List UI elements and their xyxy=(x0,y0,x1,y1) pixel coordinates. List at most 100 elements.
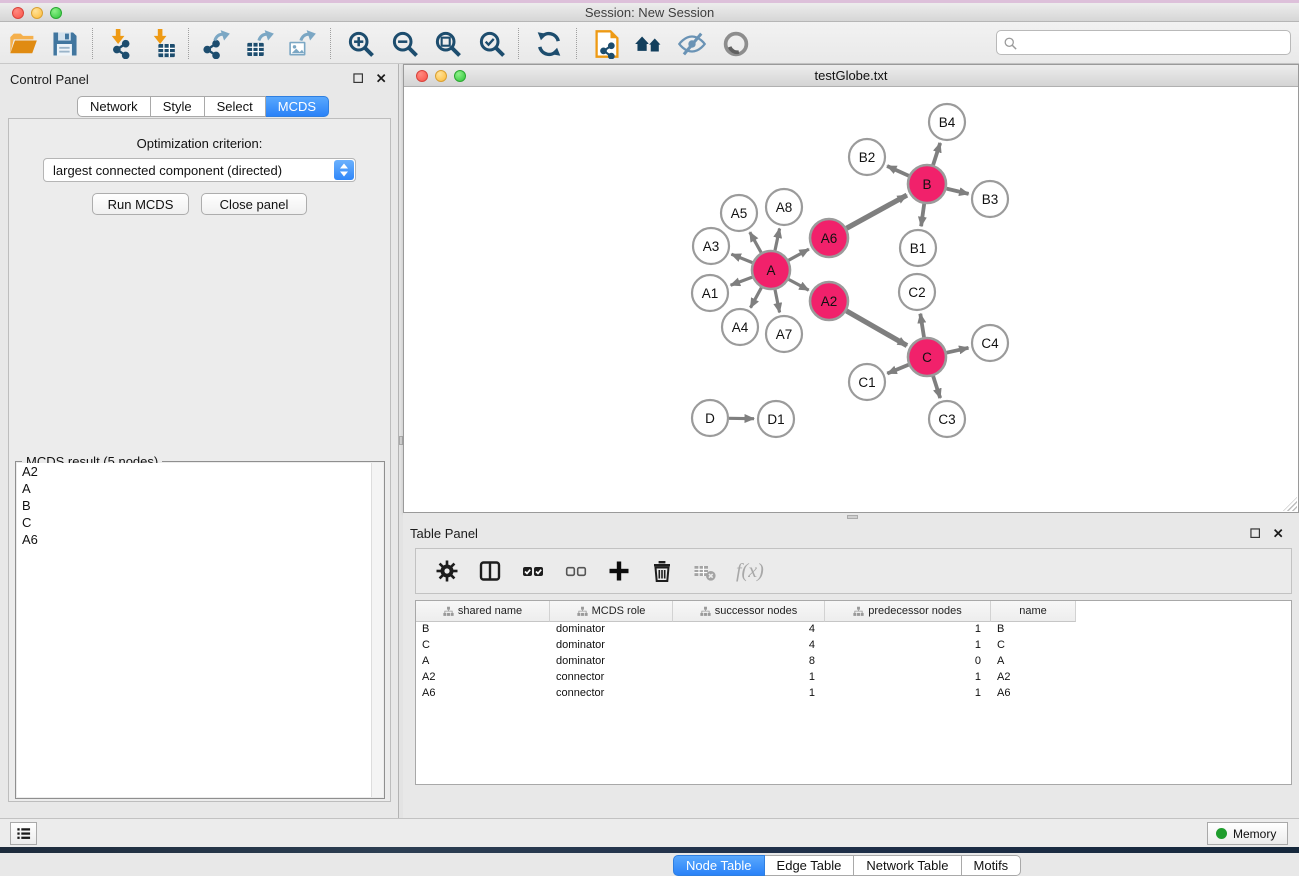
zoom-fit-icon[interactable] xyxy=(433,29,463,59)
mcds-result-item[interactable]: A xyxy=(17,480,383,497)
edge-B-B2[interactable] xyxy=(887,166,909,176)
tab-motifs[interactable]: Motifs xyxy=(962,855,1022,876)
graph-node-B3[interactable]: B3 xyxy=(972,181,1008,217)
hide-panel-icon[interactable] xyxy=(677,29,707,59)
tab-network-table[interactable]: Network Table xyxy=(854,855,961,876)
edge-B-B4[interactable] xyxy=(933,143,940,165)
table-cell[interactable]: A2 xyxy=(991,670,1076,686)
column-header-successor-nodes[interactable]: successor nodes xyxy=(673,601,825,622)
table-cell[interactable]: connector xyxy=(550,670,673,686)
mcds-result-item[interactable]: C xyxy=(17,514,383,531)
tab-mcds[interactable]: MCDS xyxy=(266,96,329,117)
tab-network[interactable]: Network xyxy=(77,96,151,117)
table-cell[interactable]: A6 xyxy=(416,686,550,702)
table-cell[interactable]: 4 xyxy=(673,622,825,638)
edge-A-A6[interactable] xyxy=(789,249,809,260)
graph-node-A6[interactable]: A6 xyxy=(810,219,848,257)
horizontal-split-handle[interactable] xyxy=(847,515,858,519)
table-cell[interactable]: A xyxy=(416,654,550,670)
tab-select[interactable]: Select xyxy=(205,96,266,117)
zoom-in-icon[interactable] xyxy=(346,29,376,59)
edge-A-A3[interactable] xyxy=(731,254,752,262)
graph-node-A3[interactable]: A3 xyxy=(693,228,729,264)
close-panel-button[interactable]: Close panel xyxy=(201,193,307,215)
table-row[interactable]: Cdominator41C xyxy=(416,638,1291,654)
table-row[interactable]: A2connector11A2 xyxy=(416,670,1291,686)
edge-A-A5[interactable] xyxy=(750,232,761,252)
criterion-dropdown[interactable]: largest connected component (directed) xyxy=(43,158,356,182)
show-panel-icon[interactable] xyxy=(721,29,751,59)
export-image-icon[interactable] xyxy=(287,29,317,59)
graph-node-C1[interactable]: C1 xyxy=(849,364,885,400)
graph-node-B2[interactable]: B2 xyxy=(849,139,885,175)
graph-node-A2[interactable]: A2 xyxy=(810,282,848,320)
mcds-result-item[interactable]: A2 xyxy=(17,463,383,480)
table-cell[interactable]: dominator xyxy=(550,638,673,654)
tab-node-table[interactable]: Node Table xyxy=(673,855,765,876)
edge-A-A1[interactable] xyxy=(731,277,753,285)
graph-node-A7[interactable]: A7 xyxy=(766,316,802,352)
edge-A-A8[interactable] xyxy=(775,229,780,251)
save-session-icon[interactable] xyxy=(50,29,80,59)
graph-node-D[interactable]: D xyxy=(692,400,728,436)
open-session-icon[interactable] xyxy=(8,29,38,59)
graph-node-A8[interactable]: A8 xyxy=(766,189,802,225)
column-header-shared-name[interactable]: shared name xyxy=(416,601,550,622)
add-column-icon[interactable] xyxy=(607,559,631,583)
table-cell[interactable]: 1 xyxy=(825,622,991,638)
import-table-icon[interactable] xyxy=(148,29,178,59)
graph-node-A5[interactable]: A5 xyxy=(721,195,757,231)
gear-icon[interactable] xyxy=(435,559,459,583)
select-all-icon[interactable] xyxy=(521,559,545,583)
split-view-icon[interactable] xyxy=(478,559,502,583)
horizontal-split-divider[interactable] xyxy=(403,513,1299,520)
graph-node-C[interactable]: C xyxy=(908,338,946,376)
node-table[interactable]: shared nameMCDS rolesuccessor nodesprede… xyxy=(415,600,1292,785)
table-cell[interactable]: dominator xyxy=(550,654,673,670)
mcds-result-list[interactable]: A2ABCA6 xyxy=(17,463,383,797)
table-cell[interactable]: A2 xyxy=(416,670,550,686)
edge-A-A4[interactable] xyxy=(751,288,762,308)
column-header-predecessor-nodes[interactable]: predecessor nodes xyxy=(825,601,991,622)
mcds-result-item[interactable]: B xyxy=(17,497,383,514)
memory-button[interactable]: Memory xyxy=(1207,822,1288,845)
edge-C-C4[interactable] xyxy=(947,348,969,353)
export-table-icon[interactable] xyxy=(245,29,275,59)
table-cell[interactable]: B xyxy=(991,622,1076,638)
table-cell[interactable]: 1 xyxy=(673,686,825,702)
refresh-layout-icon[interactable] xyxy=(534,29,564,59)
network-canvas[interactable]: B4B2BB3B1C2A5A8A3A6AA1A2A4A7CC4C1C3DD1 xyxy=(404,87,1298,512)
run-mcds-button[interactable]: Run MCDS xyxy=(92,193,189,215)
table-row[interactable]: Bdominator41B xyxy=(416,622,1291,638)
table-row[interactable]: A6connector11A6 xyxy=(416,686,1291,702)
edge-A2-C[interactable] xyxy=(846,311,907,346)
table-cell[interactable]: 0 xyxy=(825,654,991,670)
edge-C-C1[interactable] xyxy=(887,365,908,374)
table-cell[interactable]: 1 xyxy=(825,638,991,654)
table-cell[interactable]: connector xyxy=(550,686,673,702)
graph-node-D1[interactable]: D1 xyxy=(758,401,794,437)
import-network-icon[interactable] xyxy=(106,29,136,59)
search-input[interactable] xyxy=(996,30,1291,55)
task-history-button[interactable] xyxy=(10,822,37,845)
graph-node-C4[interactable]: C4 xyxy=(972,325,1008,361)
delete-column-icon[interactable] xyxy=(650,559,674,583)
table-cell[interactable]: C xyxy=(416,638,550,654)
export-network-icon[interactable] xyxy=(201,29,231,59)
table-cell[interactable]: C xyxy=(991,638,1076,654)
table-cell[interactable]: 1 xyxy=(825,670,991,686)
column-header-name[interactable]: name xyxy=(991,601,1076,622)
table-cell[interactable]: 4 xyxy=(673,638,825,654)
zoom-selected-icon[interactable] xyxy=(477,29,507,59)
tab-style[interactable]: Style xyxy=(151,96,205,117)
table-cell[interactable]: A xyxy=(991,654,1076,670)
result-list-scrollbar[interactable] xyxy=(371,463,383,797)
graph-node-B1[interactable]: B1 xyxy=(900,230,936,266)
graph-node-C2[interactable]: C2 xyxy=(899,274,935,310)
graph-node-B4[interactable]: B4 xyxy=(929,104,965,140)
zoom-out-icon[interactable] xyxy=(390,29,420,59)
edge-A-A7[interactable] xyxy=(775,290,780,313)
table-cell[interactable]: B xyxy=(416,622,550,638)
column-header-MCDS-role[interactable]: MCDS role xyxy=(550,601,673,622)
float-table-panel-icon[interactable] xyxy=(1249,527,1262,540)
